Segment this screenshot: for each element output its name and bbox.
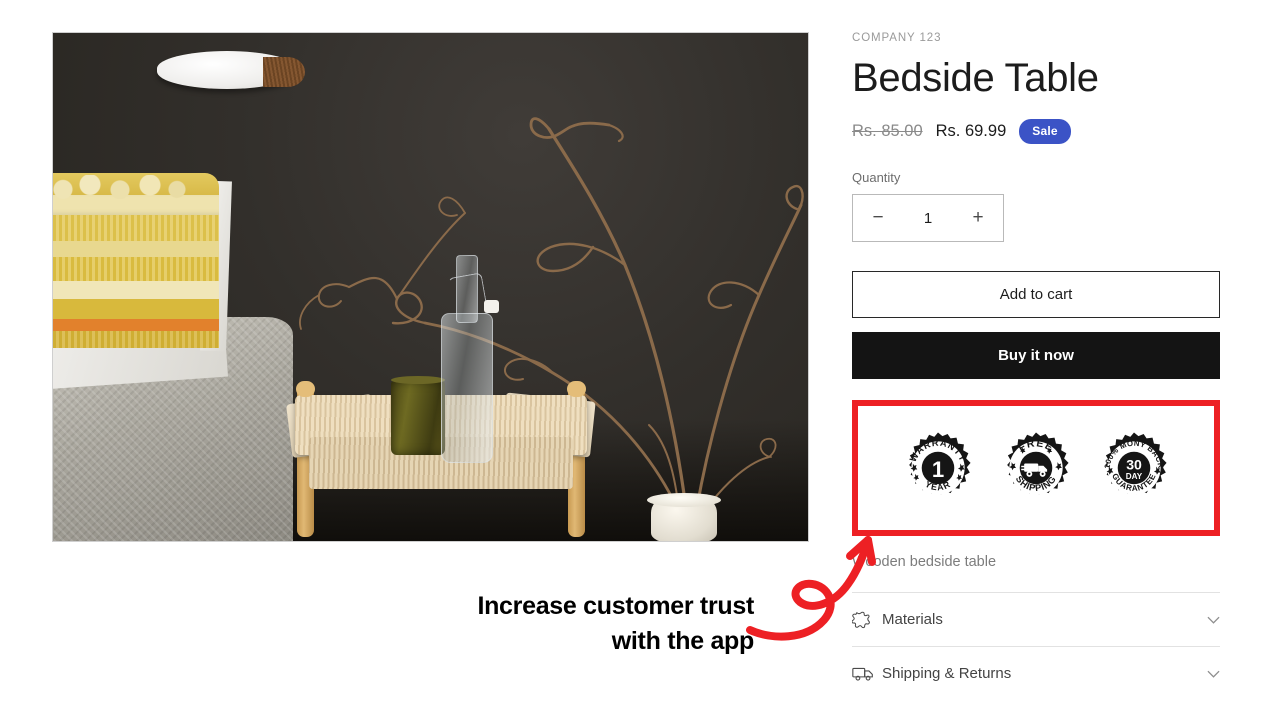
glass-bottle bbox=[441, 255, 499, 463]
quantity-label: Quantity bbox=[852, 170, 901, 185]
vase-lip bbox=[647, 493, 721, 507]
product-vendor: COMPANY 123 bbox=[852, 32, 942, 44]
status-badge: Sale bbox=[1019, 119, 1071, 144]
svg-text:1: 1 bbox=[932, 457, 944, 482]
quantity-stepper[interactable]: − 1 + bbox=[852, 194, 1004, 242]
buy-it-now-button[interactable]: Buy it now bbox=[852, 332, 1220, 379]
tumbler-rim bbox=[391, 376, 445, 384]
product-accordions: Materials Shipping & Returns bbox=[852, 592, 1220, 700]
current-price: Rs. 69.99 bbox=[935, 122, 1007, 140]
product-image[interactable] bbox=[52, 32, 809, 542]
add-to-cart-button[interactable]: Add to cart bbox=[852, 271, 1220, 318]
compare-at-price: Rs. 85.00 bbox=[852, 122, 923, 140]
marble-board-wood-inlay bbox=[263, 57, 305, 87]
money-back-seal-icon: 30 DAY 100% MONY BACK GUARANTEE bbox=[1097, 431, 1171, 505]
annotation-text: Increase customer trust with the app bbox=[330, 589, 754, 658]
curly-arrow-icon bbox=[742, 510, 902, 660]
product-description: Wooden bedside table bbox=[852, 554, 997, 570]
page-title: Bedside Table bbox=[852, 56, 1099, 100]
truck-seal-icon: FREE SHIPPING bbox=[999, 431, 1073, 505]
product-photo-scene bbox=[53, 33, 808, 541]
chevron-down-icon[interactable] bbox=[1202, 670, 1220, 678]
product-page: COMPANY 123 Bedside Table Rs. 85.00 Rs. … bbox=[0, 0, 1280, 720]
accordion-label: Shipping & Returns bbox=[882, 665, 1012, 682]
chevron-down-icon[interactable] bbox=[1202, 616, 1220, 624]
accordion-shipping-returns[interactable]: Shipping & Returns bbox=[852, 646, 1220, 700]
accordion-label: Materials bbox=[882, 611, 943, 628]
green-glass-tumbler bbox=[391, 381, 445, 455]
yellow-knit-pillow bbox=[53, 173, 219, 348]
svg-text:DAY: DAY bbox=[1126, 472, 1143, 481]
quantity-increase-button[interactable]: + bbox=[955, 195, 1001, 241]
annotation-line-2: with the app bbox=[611, 626, 755, 655]
quantity-decrease-button[interactable]: − bbox=[855, 195, 901, 241]
product-info-panel: COMPANY 123 Bedside Table Rs. 85.00 Rs. … bbox=[852, 0, 1224, 700]
price-row: Rs. 85.00 Rs. 69.99 Sale bbox=[852, 119, 1224, 144]
warranty-seal-icon: 1 WARRANTY YEAR bbox=[901, 431, 975, 505]
quantity-input[interactable]: 1 bbox=[904, 210, 952, 227]
annotation-line-1: Increase customer trust bbox=[477, 592, 754, 620]
trust-badges-highlight-box: 1 WARRANTY YEAR FREE SHIPPING 30 DAY 100… bbox=[852, 400, 1220, 536]
accordion-materials[interactable]: Materials bbox=[852, 592, 1220, 646]
truck-icon bbox=[852, 665, 882, 682]
svg-text:30: 30 bbox=[1126, 456, 1142, 472]
